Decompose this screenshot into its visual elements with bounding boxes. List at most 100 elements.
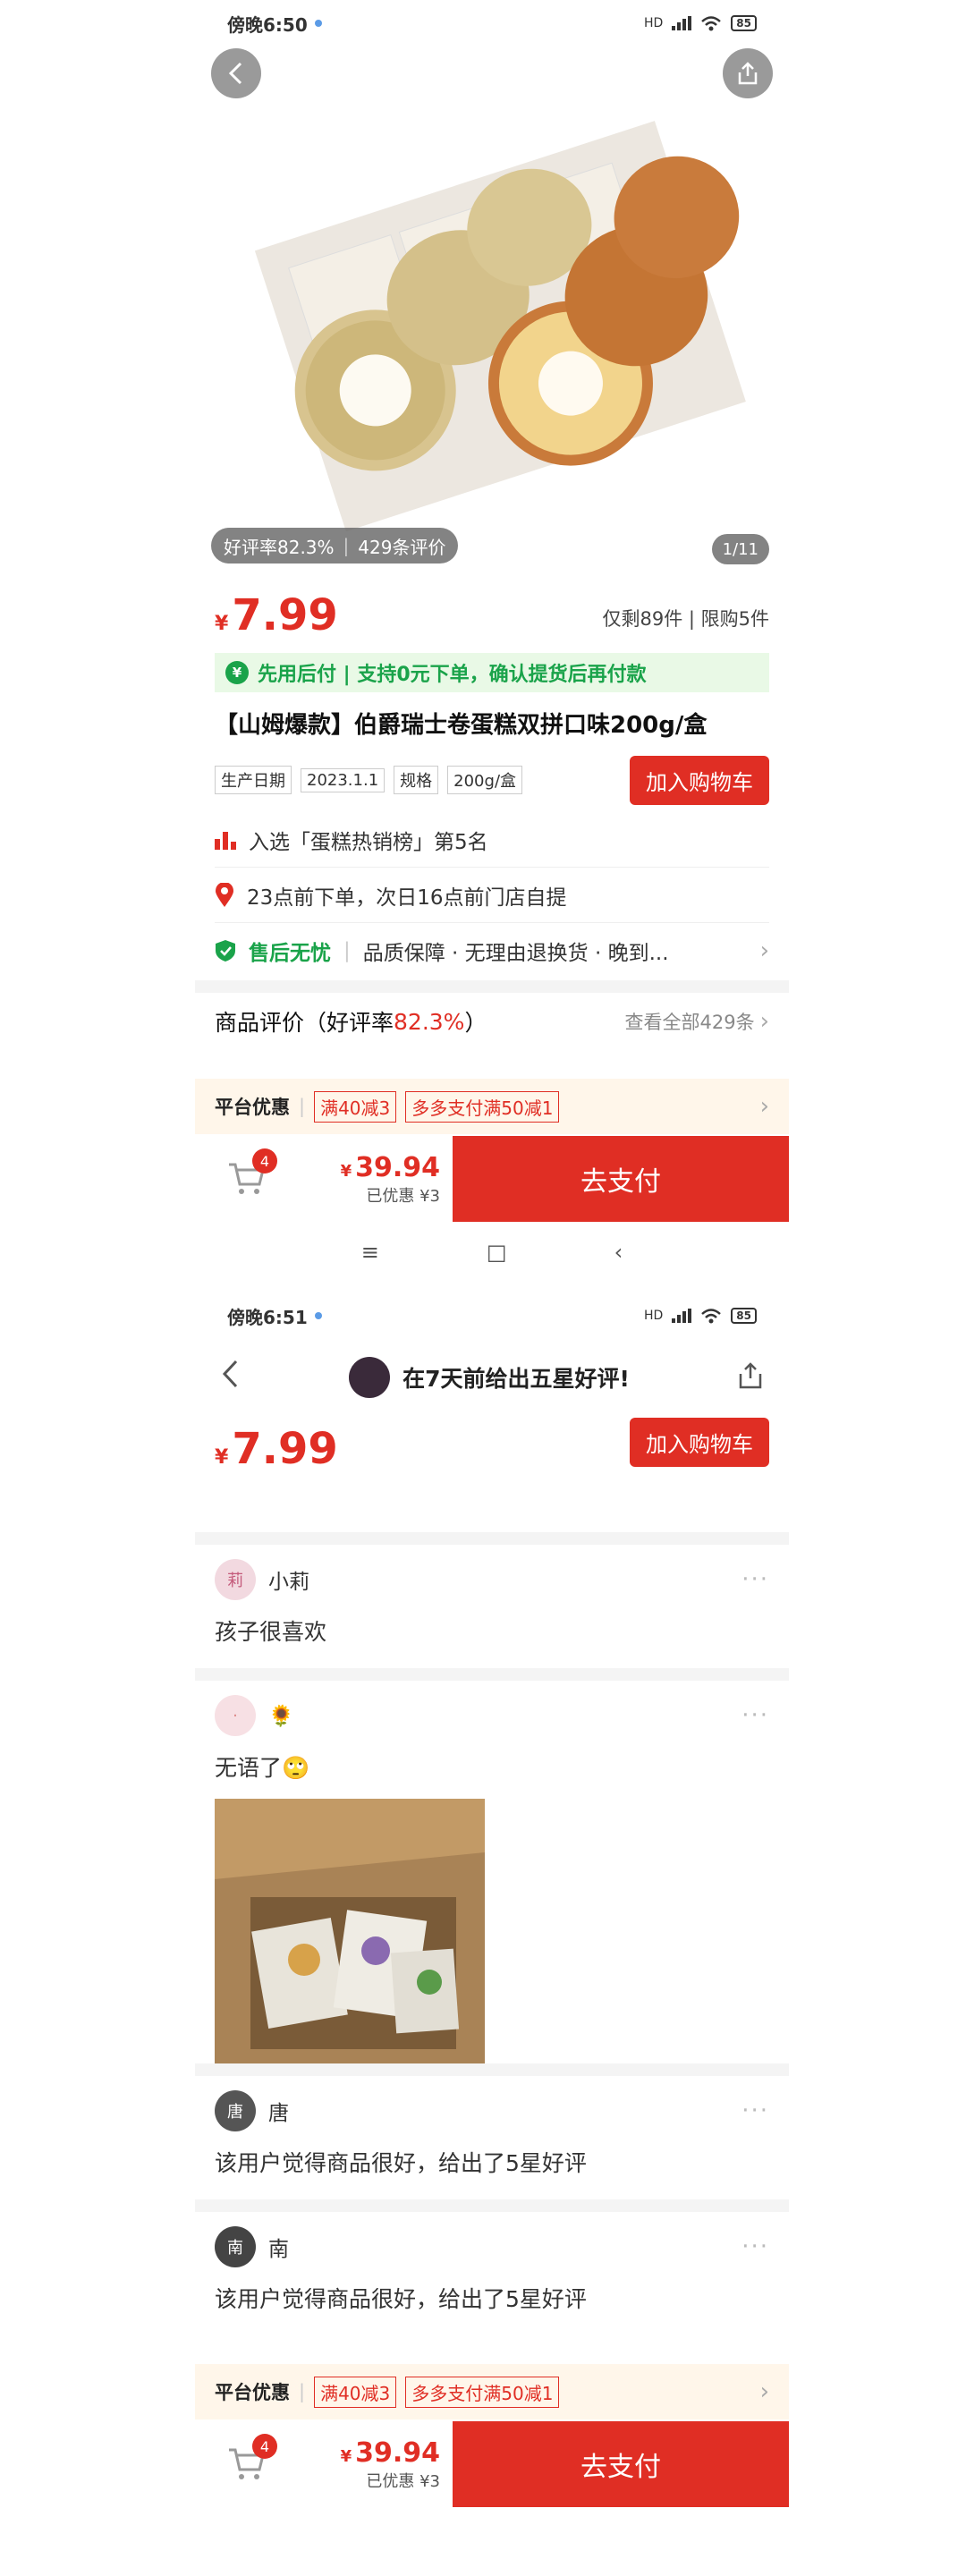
status-bar: 傍晚6:50 HD 85	[195, 0, 789, 47]
more-options-icon[interactable]: ···	[741, 2233, 769, 2260]
battery-indicator: 85	[731, 1308, 757, 1324]
platform-discount-bar[interactable]: 平台优惠 | 满40减3 多多支付满50减1 ›	[195, 2364, 789, 2419]
chevron-right-icon: ›	[759, 2378, 769, 2405]
top-nav: 在7天前给出五星好评!	[195, 1339, 789, 1416]
add-to-cart-button[interactable]: 加入购物车	[630, 1418, 769, 1467]
user-avatar: 唐	[215, 2090, 256, 2131]
signal-bars-icon	[672, 16, 692, 30]
status-time: 傍晚6:51	[227, 1306, 308, 1328]
reviewer-avatar	[349, 1357, 391, 1398]
user-avatar: 莉	[215, 1559, 256, 1600]
ranking-row[interactable]: 入选「蛋糕热销榜」第5名	[215, 812, 769, 868]
back-button[interactable]	[220, 1357, 242, 1398]
order-total: ¥39.94 已优惠 ¥3	[283, 1152, 453, 1207]
platform-label: 平台优惠	[215, 1097, 290, 1118]
checkout-bar: 4 ¥39.94 已优惠 ¥3 去支付	[195, 1136, 789, 1222]
back-nav-icon[interactable]: ‹	[614, 1240, 623, 1265]
more-options-icon[interactable]: ···	[741, 1702, 769, 1729]
notification-dot-icon	[314, 20, 322, 27]
signal-label: HD	[643, 16, 664, 30]
recent-review-banner[interactable]: 在7天前给出五星好评!	[349, 1357, 630, 1398]
product-image[interactable]	[195, 47, 789, 583]
platform-discount-bar[interactable]: 平台优惠 | 满40减3 多多支付满50减1 ›	[195, 1079, 789, 1134]
pay-later-icon: ¥	[225, 661, 249, 684]
review-username: 🌻	[268, 1704, 294, 1728]
chevron-right-icon: ›	[759, 937, 769, 964]
battery-indicator: 85	[731, 15, 757, 31]
price-row: ¥7.99 仅剩89件 | 限购5件	[215, 590, 769, 640]
shield-check-icon	[216, 940, 235, 962]
pay-later-banner[interactable]: ¥ 先用后付 | 支持0元下单，确认提货后再付款	[215, 653, 769, 692]
image-page-indicator: 1/11	[711, 534, 769, 564]
coupon-tag: 多多支付满50减1	[405, 1090, 560, 1123]
service-items: 品质保障 · 无理由退换货 · 晚到...	[362, 942, 669, 965]
review-photo[interactable]	[215, 1799, 485, 2069]
share-button[interactable]	[723, 48, 773, 98]
spec-value: 200g/盒	[447, 766, 523, 794]
review-text: 无语了🙄	[215, 1755, 310, 1781]
review-text: 孩子很喜欢	[215, 1619, 327, 1645]
home-nav-icon[interactable]: □	[487, 1240, 507, 1265]
reviews-rate: 82.3%	[394, 1008, 465, 1035]
spec-row: 生产日期 2023.1.1 规格 200g/盒 加入购物车	[215, 755, 769, 805]
signal-label: HD	[643, 1309, 664, 1323]
section-divider	[195, 1532, 789, 1545]
product-title: 【山姆爆款】伯爵瑞士卷蛋糕双拼口味200g/盒	[215, 712, 708, 739]
status-bar: 傍晚6:51 HD 85	[195, 1292, 789, 1339]
order-total: ¥39.94 已优惠 ¥3	[283, 2437, 453, 2492]
review-text: 该用户觉得商品很好，给出了5星好评	[215, 2150, 587, 2176]
status-time: 傍晚6:50	[227, 13, 308, 36]
location-pin-icon	[216, 882, 233, 907]
saved-amount: 已优惠 ¥3	[366, 1186, 440, 1206]
reviews-screen: 傍晚6:51 HD 85 在7天前给出五星好评! ¥7.99 加入购物车 莉 小	[195, 1292, 789, 2576]
section-divider	[195, 980, 789, 993]
service-row[interactable]: 售后无忧 | 品质保障 · 无理由退换货 · 晚到... ›	[215, 923, 769, 979]
more-options-icon[interactable]: ···	[741, 1566, 769, 1593]
share-button[interactable]	[737, 1361, 764, 1394]
back-arrow-icon	[222, 1360, 238, 1388]
review-item: · 🌻 ··· 无语了🙄	[195, 1688, 789, 2069]
user-avatar: 南	[215, 2226, 256, 2267]
spec-label: 规格	[394, 766, 439, 794]
pay-later-text: 先用后付 | 支持0元下单，确认提货后再付款	[258, 664, 647, 686]
system-nav-bar: ≡ □ ‹	[195, 1225, 789, 1279]
delivery-text: 23点前下单，次日16点前门店自提	[247, 886, 567, 910]
cart-button[interactable]: 4	[211, 2428, 283, 2500]
wifi-icon	[701, 1309, 722, 1324]
signal-bars-icon	[672, 1309, 692, 1323]
section-divider	[195, 2063, 789, 2076]
pay-button[interactable]: 去支付	[453, 1136, 789, 1222]
recent-review-text: 在7天前给出五星好评!	[402, 1366, 630, 1392]
back-button[interactable]	[211, 48, 261, 98]
delivery-row[interactable]: 23点前下单，次日16点前门店自提	[215, 868, 769, 923]
ranking-text: 入选「蛋糕热销榜」第5名	[249, 830, 488, 854]
total-amount: 39.94	[355, 1151, 440, 1183]
pay-button[interactable]: 去支付	[453, 2421, 789, 2507]
add-to-cart-button[interactable]: 加入购物车	[630, 755, 769, 805]
share-icon	[738, 62, 758, 85]
package-box-image	[215, 1799, 485, 2069]
review-count-text: 429条评价	[358, 536, 446, 558]
notification-dot-icon	[314, 1312, 322, 1319]
view-all-reviews-link[interactable]: 查看全部429条	[625, 1008, 755, 1035]
cart-count-badge: 4	[252, 2434, 277, 2459]
reviews-header[interactable]: 商品评价（好评率 82.3%） 查看全部429条 ›	[215, 1000, 769, 1043]
review-username: 唐	[268, 2102, 289, 2125]
review-username: 南	[268, 2238, 289, 2261]
swiss-roll-cake-image	[249, 82, 746, 547]
rating-badge[interactable]: 好评率82.3% | 429条评价	[211, 528, 459, 564]
total-amount: 39.94	[355, 2436, 440, 2469]
service-title: 售后无忧	[249, 942, 331, 965]
review-item: 南 南 ··· 该用户觉得商品很好，给出了5星好评	[195, 2219, 789, 2314]
back-arrow-icon	[228, 62, 242, 85]
price-row: ¥7.99 加入购物车	[215, 1418, 769, 1474]
chevron-right-icon: ›	[759, 1093, 769, 1120]
cart-count-badge: 4	[252, 1148, 277, 1174]
more-options-icon[interactable]: ···	[741, 2097, 769, 2124]
cart-button[interactable]: 4	[211, 1143, 283, 1215]
price-value: 7.99	[232, 1424, 338, 1474]
bar-chart-icon	[215, 831, 236, 850]
section-divider	[195, 1668, 789, 1681]
price: ¥7.99	[215, 590, 338, 640]
menu-nav-icon[interactable]: ≡	[361, 1240, 379, 1265]
